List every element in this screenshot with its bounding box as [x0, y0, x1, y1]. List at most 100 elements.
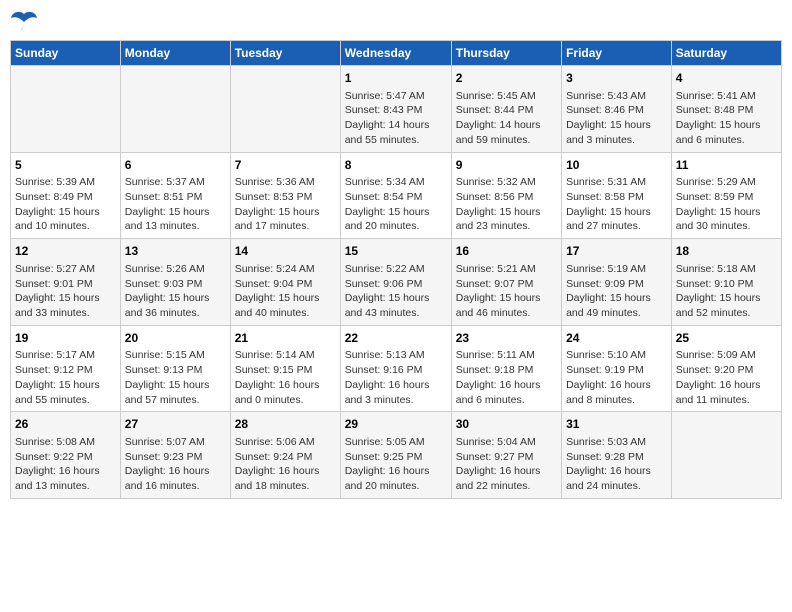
day-number: 24: [566, 330, 667, 347]
day-info-text: Sunrise: 5:14 AM: [235, 348, 336, 363]
day-info-text: Sunset: 9:22 PM: [15, 450, 116, 465]
logo-icon: [10, 10, 38, 32]
day-info-text: Sunset: 8:51 PM: [125, 190, 226, 205]
calendar-cell: 25Sunrise: 5:09 AMSunset: 9:20 PMDayligh…: [671, 325, 781, 412]
day-info-text: Daylight: 15 hours: [566, 291, 667, 306]
day-number: 15: [345, 243, 447, 260]
day-number: 26: [15, 416, 116, 433]
calendar-cell: 9Sunrise: 5:32 AMSunset: 8:56 PMDaylight…: [451, 152, 561, 239]
calendar-cell: 26Sunrise: 5:08 AMSunset: 9:22 PMDayligh…: [11, 412, 121, 499]
day-info-text: and 22 minutes.: [456, 479, 557, 494]
day-info-text: Sunset: 9:04 PM: [235, 277, 336, 292]
day-info-text: Daylight: 16 hours: [235, 464, 336, 479]
day-info-text: Sunset: 9:16 PM: [345, 363, 447, 378]
day-info-text: Sunset: 9:27 PM: [456, 450, 557, 465]
day-info-text: Daylight: 15 hours: [345, 205, 447, 220]
weekday-header-tuesday: Tuesday: [230, 41, 340, 66]
day-number: 9: [456, 157, 557, 174]
day-number: 20: [125, 330, 226, 347]
day-number: 31: [566, 416, 667, 433]
day-info-text: Sunset: 9:25 PM: [345, 450, 447, 465]
day-info-text: Sunset: 9:09 PM: [566, 277, 667, 292]
day-info-text: Sunset: 8:58 PM: [566, 190, 667, 205]
day-info-text: Sunset: 9:13 PM: [125, 363, 226, 378]
day-number: 19: [15, 330, 116, 347]
weekday-header-thursday: Thursday: [451, 41, 561, 66]
day-info-text: Sunset: 9:01 PM: [15, 277, 116, 292]
day-info-text: Sunrise: 5:31 AM: [566, 175, 667, 190]
calendar-week-row: 26Sunrise: 5:08 AMSunset: 9:22 PMDayligh…: [11, 412, 782, 499]
day-number: 11: [676, 157, 777, 174]
weekday-header-friday: Friday: [562, 41, 672, 66]
day-info-text: Daylight: 15 hours: [676, 291, 777, 306]
day-info-text: Daylight: 15 hours: [125, 205, 226, 220]
day-info-text: and 3 minutes.: [566, 133, 667, 148]
day-info-text: Sunset: 9:10 PM: [676, 277, 777, 292]
day-info-text: Daylight: 14 hours: [456, 118, 557, 133]
calendar-cell: [671, 412, 781, 499]
day-info-text: Daylight: 16 hours: [566, 464, 667, 479]
calendar-cell: 19Sunrise: 5:17 AMSunset: 9:12 PMDayligh…: [11, 325, 121, 412]
day-info-text: Daylight: 16 hours: [15, 464, 116, 479]
day-info-text: and 55 minutes.: [15, 393, 116, 408]
day-info-text: and 40 minutes.: [235, 306, 336, 321]
day-info-text: Sunrise: 5:07 AM: [125, 435, 226, 450]
weekday-header-monday: Monday: [120, 41, 230, 66]
day-info-text: and 52 minutes.: [676, 306, 777, 321]
calendar-cell: 20Sunrise: 5:15 AMSunset: 9:13 PMDayligh…: [120, 325, 230, 412]
day-info-text: Sunrise: 5:27 AM: [15, 262, 116, 277]
day-info-text: and 6 minutes.: [676, 133, 777, 148]
calendar-table: SundayMondayTuesdayWednesdayThursdayFrid…: [10, 40, 782, 499]
day-number: 27: [125, 416, 226, 433]
day-number: 30: [456, 416, 557, 433]
calendar-cell: 30 Sunrise: 5:04 AMSunset: 9:27 PMDayligh…: [451, 412, 561, 499]
day-number: 4: [676, 70, 777, 87]
day-number: 12: [15, 243, 116, 260]
day-info-text: Sunrise: 5:39 AM: [15, 175, 116, 190]
day-info-text: and 8 minutes.: [566, 393, 667, 408]
day-info-text: and 13 minutes.: [125, 219, 226, 234]
day-info-text: Sunrise: 5:34 AM: [345, 175, 447, 190]
weekday-header-sunday: Sunday: [11, 41, 121, 66]
day-info-text: Sunrise: 5:11 AM: [456, 348, 557, 363]
day-info-text: Sunrise: 5:21 AM: [456, 262, 557, 277]
day-info-text: Sunrise: 5:45 AM: [456, 89, 557, 104]
day-info-text: and 20 minutes.: [345, 219, 447, 234]
day-number: 2: [456, 70, 557, 87]
day-info-text: Daylight: 15 hours: [125, 291, 226, 306]
page-header: [10, 10, 782, 32]
day-number: 21: [235, 330, 336, 347]
day-info-text: Sunset: 9:03 PM: [125, 277, 226, 292]
day-number: 22: [345, 330, 447, 347]
day-info-text: Sunrise: 5:13 AM: [345, 348, 447, 363]
day-info-text: Sunrise: 5:03 AM: [566, 435, 667, 450]
calendar-cell: 22Sunrise: 5:13 AMSunset: 9:16 PMDayligh…: [340, 325, 451, 412]
day-info-text: Daylight: 16 hours: [456, 464, 557, 479]
day-info-text: and 59 minutes.: [456, 133, 557, 148]
day-info-text: Daylight: 16 hours: [235, 378, 336, 393]
day-info-text: Daylight: 15 hours: [566, 205, 667, 220]
day-info-text: and 55 minutes.: [345, 133, 447, 148]
calendar-cell: 29Sunrise: 5:05 AMSunset: 9:25 PMDayligh…: [340, 412, 451, 499]
day-info-text: Daylight: 16 hours: [345, 378, 447, 393]
day-info-text: Sunset: 9:15 PM: [235, 363, 336, 378]
calendar-cell: 4Sunrise: 5:41 AMSunset: 8:48 PMDaylight…: [671, 66, 781, 153]
calendar-week-row: 12 Sunrise: 5:27 AMSunset: 9:01 PM Dayligh…: [11, 239, 782, 326]
day-number: 3: [566, 70, 667, 87]
day-info-text: Daylight: 15 hours: [676, 118, 777, 133]
day-info-text: Sunset: 8:56 PM: [456, 190, 557, 205]
day-info-text: and 27 minutes.: [566, 219, 667, 234]
day-info-text: Sunrise: 5:04 AM: [456, 435, 557, 450]
calendar-cell: 28Sunrise: 5:06 AMSunset: 9:24 PMDayligh…: [230, 412, 340, 499]
weekday-header-saturday: Saturday: [671, 41, 781, 66]
day-number: 10: [566, 157, 667, 174]
day-info-text: Sunset: 8:54 PM: [345, 190, 447, 205]
calendar-cell: 7Sunrise: 5:36 AMSunset: 8:53 PMDaylight…: [230, 152, 340, 239]
day-info-text: Sunset: 8:46 PM: [566, 103, 667, 118]
day-info-text: Sunrise: 5:43 AM: [566, 89, 667, 104]
calendar-cell: 17Sunrise: 5:19 AMSunset: 9:09 PMDayligh…: [562, 239, 672, 326]
day-info-text: and 10 minutes.: [15, 219, 116, 234]
day-info-text: Sunrise: 5:47 AM: [345, 89, 447, 104]
weekday-header-row: SundayMondayTuesdayWednesdayThursdayFrid…: [11, 41, 782, 66]
calendar-cell: 8Sunrise: 5:34 AMSunset: 8:54 PMDaylight…: [340, 152, 451, 239]
